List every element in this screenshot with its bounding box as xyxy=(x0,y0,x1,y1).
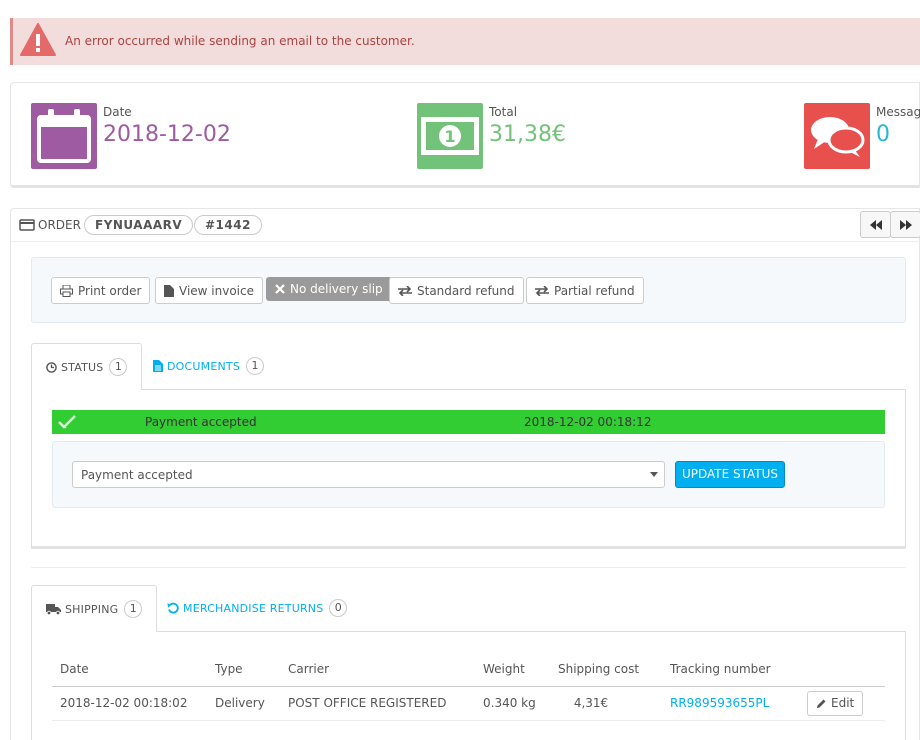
view-invoice-label: View invoice xyxy=(179,283,254,298)
calendar-icon xyxy=(31,103,97,169)
tab-status[interactable]: STATUS 1 xyxy=(31,343,143,390)
warning-icon xyxy=(19,22,57,58)
order-navigation xyxy=(860,211,920,238)
status-history-name: Payment accepted xyxy=(145,415,257,429)
backward-icon xyxy=(869,219,882,230)
shipping-date: 2018-12-02 00:18:02 xyxy=(52,686,207,721)
column-header-actions xyxy=(799,652,885,687)
exchange-icon xyxy=(535,285,549,296)
update-status-button[interactable]: UPDATE STATUS xyxy=(675,461,785,488)
standard-refund-label: Standard refund xyxy=(417,283,515,298)
status-tabs: STATUS 1 DOCUMENTS 1 xyxy=(31,343,906,390)
truck-icon xyxy=(46,603,61,615)
column-header-shipping-cost: Shipping cost xyxy=(550,652,662,687)
file-text-icon xyxy=(153,360,163,372)
edit-shipping-label: Edit xyxy=(831,696,855,710)
money-icon: 1 xyxy=(417,103,483,169)
shipping-carrier: POST OFFICE REGISTERED xyxy=(280,686,475,721)
tab-status-label: STATUS xyxy=(61,360,104,374)
check-icon xyxy=(58,415,76,432)
returns-count-badge: 0 xyxy=(329,599,348,617)
documents-count-badge: 1 xyxy=(246,357,265,375)
exchange-icon xyxy=(398,285,412,296)
credit-card-icon xyxy=(19,219,35,231)
kpi-panel: Date 2018-12-02 1 Total 31,38€ Messages … xyxy=(10,82,920,188)
view-invoice-button[interactable]: View invoice xyxy=(155,277,263,304)
order-status-select[interactable]: Payment accepted xyxy=(72,461,665,488)
table-header-row: Date Type Carrier Weight Shipping cost T… xyxy=(52,652,885,687)
order-id: #1442 xyxy=(194,215,262,235)
section-divider xyxy=(31,567,906,568)
print-icon xyxy=(60,284,73,297)
tracking-number-link[interactable]: RR989593655PL xyxy=(662,686,799,721)
column-header-tracking-number: Tracking number xyxy=(662,652,799,687)
column-header-date: Date xyxy=(52,652,207,687)
kpi-messages-value: 0 xyxy=(876,122,890,147)
remove-icon xyxy=(275,284,285,294)
file-icon xyxy=(164,284,174,297)
svg-text:1: 1 xyxy=(444,127,455,146)
order-header: ORDER FYNUAAARV #1442 xyxy=(11,209,920,242)
edit-shipping-button[interactable]: Edit xyxy=(807,690,864,716)
column-header-weight: Weight xyxy=(475,652,550,687)
no-delivery-slip-label: No delivery slip xyxy=(290,282,383,296)
kpi-total-label: Total xyxy=(489,105,518,119)
status-count-badge: 1 xyxy=(109,358,128,376)
partial-refund-label: Partial refund xyxy=(554,283,635,298)
chevron-down-icon xyxy=(650,472,658,477)
shipping-cost: 4,31€ xyxy=(550,686,662,721)
tab-merchandise-returns[interactable]: MERCHANDISE RETURNS 0 xyxy=(153,585,361,631)
status-tab-content: Payment accepted 2018-12-02 00:18:12 Pay… xyxy=(31,389,906,549)
status-history-row: Payment accepted 2018-12-02 00:18:12 xyxy=(52,410,885,434)
status-history-date: 2018-12-02 00:18:12 xyxy=(524,415,652,429)
table-row: 2018-12-02 00:18:02 Delivery POST OFFICE… xyxy=(52,686,885,721)
column-header-type: Type xyxy=(207,652,280,687)
undo-icon xyxy=(167,602,179,614)
print-order-button[interactable]: Print order xyxy=(51,277,151,304)
shipping-actions: Edit xyxy=(799,686,885,721)
column-header-carrier: Carrier xyxy=(280,652,475,687)
tab-documents-label: DOCUMENTS xyxy=(167,359,241,373)
tab-shipping-label: SHIPPING xyxy=(65,602,119,616)
standard-refund-button[interactable]: Standard refund xyxy=(389,277,524,304)
previous-order-button[interactable] xyxy=(860,211,891,238)
tab-documents[interactable]: DOCUMENTS 1 xyxy=(139,343,278,389)
order-status-select-value: Payment accepted xyxy=(81,468,193,482)
tab-merchandise-returns-label: MERCHANDISE RETURNS xyxy=(183,601,324,615)
kpi-date-value: 2018-12-02 xyxy=(103,122,231,147)
partial-refund-button[interactable]: Partial refund xyxy=(526,277,644,304)
shipping-table: Date Type Carrier Weight Shipping cost T… xyxy=(52,652,885,721)
print-order-label: Print order xyxy=(78,283,142,298)
no-delivery-slip-button[interactable]: No delivery slip xyxy=(266,277,392,301)
order-actions-toolbar: Print order View invoice No delivery sli… xyxy=(31,257,906,323)
tab-shipping[interactable]: SHIPPING 1 xyxy=(31,585,158,632)
comments-icon xyxy=(804,103,870,169)
update-status-form: Payment accepted UPDATE STATUS xyxy=(52,441,885,508)
pencil-icon xyxy=(816,698,827,709)
shipping-count-badge: 1 xyxy=(124,600,143,618)
kpi-total-value: 31,38€ xyxy=(489,122,566,147)
order-title-label: ORDER xyxy=(38,218,81,232)
shipping-tab-content: Date Type Carrier Weight Shipping cost T… xyxy=(31,631,906,740)
clock-icon xyxy=(46,361,57,373)
kpi-messages-label: Messages xyxy=(876,105,920,119)
error-alert: An error occurred while sending an email… xyxy=(10,18,920,65)
order-title: ORDER xyxy=(19,218,81,232)
shipping-tabs: SHIPPING 1 MERCHANDISE RETURNS 0 xyxy=(31,585,906,632)
forward-icon xyxy=(899,219,912,230)
shipping-weight: 0.340 kg xyxy=(475,686,550,721)
next-order-button[interactable] xyxy=(890,211,920,238)
alert-message: An error occurred while sending an email… xyxy=(65,34,415,48)
order-reference: FYNUAAARV xyxy=(84,215,194,235)
shipping-type: Delivery xyxy=(207,686,280,721)
kpi-date-label: Date xyxy=(103,105,132,119)
order-panel: ORDER FYNUAAARV #1442 Print order View i… xyxy=(10,208,920,740)
